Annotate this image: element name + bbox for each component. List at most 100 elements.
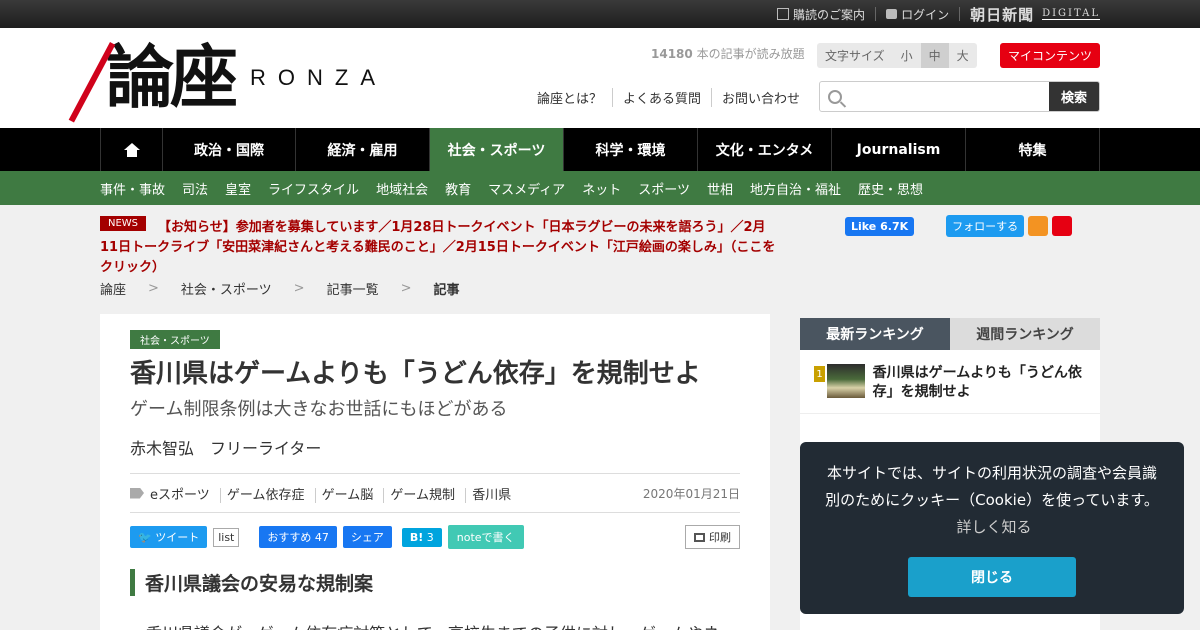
- article-author[interactable]: 赤木智弘 フリーライター: [130, 435, 740, 459]
- nav-journalism[interactable]: Journalism: [832, 128, 966, 171]
- faq-link[interactable]: よくある質問: [612, 88, 711, 107]
- tag-row: eスポーツ ゲーム依存症 ゲーム脳 ゲーム規制 香川県 2020年01月21日: [130, 473, 740, 513]
- subnav-item[interactable]: 地方自治・福祉: [750, 179, 841, 198]
- nav-features[interactable]: 特集: [966, 128, 1100, 171]
- tag-link[interactable]: ゲーム規制: [383, 487, 462, 503]
- subnav-item[interactable]: 地域社会: [376, 179, 428, 198]
- news-link[interactable]: 【お知らせ】参加者を募集しています／1月28日トークイベント「日本ラグビーの未来…: [100, 218, 780, 278]
- ranking-title: 香川県はゲームよりも「うどん依存」を規制せよ: [872, 365, 1082, 400]
- nav-home[interactable]: [101, 128, 163, 171]
- search-button[interactable]: 検索: [1049, 82, 1099, 111]
- mail-icon[interactable]: [1052, 216, 1073, 236]
- tag-link[interactable]: 香川県: [465, 487, 518, 503]
- subscribe-link[interactable]: 購読のご案内: [777, 6, 865, 23]
- subnav-item[interactable]: スポーツ: [638, 179, 690, 198]
- lock-icon: [886, 9, 898, 19]
- facebook-recommend-button[interactable]: おすすめ 47: [259, 526, 337, 548]
- tag-list: eスポーツ ゲーム依存症 ゲーム脳 ゲーム規制 香川県: [150, 484, 518, 503]
- login-link[interactable]: ログイン: [886, 6, 949, 23]
- logo-kanji: 論座: [68, 38, 238, 123]
- category-badge[interactable]: 社会・スポーツ: [130, 330, 220, 349]
- breadcrumb-separator: >: [148, 280, 159, 296]
- logo-roman: RONZA: [250, 65, 388, 90]
- cookie-more-link[interactable]: 詳しく知る: [956, 518, 1031, 536]
- ranking-tabs: 最新ランキング 週間ランキング: [800, 318, 1100, 350]
- nav-politics[interactable]: 政治・国際: [163, 128, 296, 171]
- my-contents-button[interactable]: マイコンテンツ: [1000, 43, 1100, 68]
- breadcrumb-current: 記事: [433, 282, 460, 298]
- divider: [959, 7, 961, 21]
- tag-link[interactable]: eスポーツ: [150, 488, 216, 503]
- breadcrumb-separator: >: [400, 280, 412, 296]
- tag-link[interactable]: ゲーム脳: [314, 487, 380, 503]
- facebook-like-button[interactable]: Like 6.7K: [845, 216, 915, 236]
- breadcrumb-list[interactable]: 記事一覧: [327, 279, 379, 298]
- article: 社会・スポーツ 香川県はゲームよりも「うどん依存」を規制せよ ゲーム制限条例は大…: [100, 314, 770, 630]
- article-counter: 14180 本の記事が読み放題: [651, 47, 805, 61]
- tab-latest-ranking[interactable]: 最新ランキング: [800, 318, 950, 350]
- subnav-item[interactable]: ネット: [582, 179, 621, 198]
- ranking-thumbnail: [827, 364, 865, 398]
- news-bar: NEWS 【お知らせ】参加者を募集しています／1月28日トークイベント「日本ラグ…: [100, 205, 1100, 280]
- divider: [875, 7, 877, 21]
- subnav-item[interactable]: 司法: [182, 179, 208, 198]
- nav-science[interactable]: 科学・環境: [564, 128, 698, 171]
- subnav-item[interactable]: 歴史・思想: [858, 179, 923, 198]
- tag-icon: [130, 487, 144, 499]
- font-size-small-button[interactable]: 小: [892, 43, 921, 68]
- subnav-item[interactable]: 皇室: [225, 179, 251, 198]
- nav-society[interactable]: 社会・スポーツ: [430, 128, 564, 171]
- subnav-item[interactable]: 世相: [707, 179, 733, 198]
- site-header: 論座 RONZA 14180 本の記事が読み放題 文字サイズ 小 中 大 マイコ…: [0, 28, 1200, 128]
- nav-culture[interactable]: 文化・エンタメ: [698, 128, 832, 171]
- header-links: 論座とは？ よくある質問 お問い合わせ: [537, 88, 810, 107]
- rss-icon[interactable]: [1028, 216, 1049, 236]
- search-box: 検索: [819, 81, 1100, 112]
- top-bar: 購読のご案内 ログイン 朝日新聞 DIGITAL: [0, 0, 1200, 28]
- list-button[interactable]: list: [213, 527, 240, 547]
- ranking-item[interactable]: 1 香川県はゲームよりも「うどん依存」を規制せよ: [800, 350, 1100, 414]
- subnav-item[interactable]: マスメディア: [488, 179, 565, 198]
- contact-link[interactable]: お問い合わせ: [711, 88, 810, 107]
- facebook-share-button[interactable]: シェア: [342, 526, 392, 548]
- search-input[interactable]: [850, 82, 1049, 111]
- hatena-bookmark-button[interactable]: B! 3: [401, 527, 442, 547]
- article-title: 香川県はゲームよりも「うどん依存」を規制せよ: [130, 359, 701, 389]
- social-buttons: Like 6.7K フォローする: [845, 215, 1073, 237]
- cookie-banner: 本サイトでは、サイトの利用状況の調査や会員識別のためにクッキー（Cookie）を…: [800, 442, 1184, 614]
- tab-weekly-ranking[interactable]: 週間ランキング: [950, 318, 1100, 350]
- sub-nav: 事件・事故 司法 皇室 ライフスタイル 地域社会 教育 マスメディア ネット ス…: [0, 171, 1200, 205]
- cookie-text: 本サイトでは、サイトの利用状況の調査や会員識別のためにクッキー（Cookie）を…: [825, 464, 1159, 536]
- font-size-medium-button[interactable]: 中: [920, 43, 949, 68]
- twitter-follow-button[interactable]: フォローする: [946, 215, 1025, 237]
- article-paragraph: 香川県議会が、ゲーム依存症対策として、高校生までの子供に対し、ゲームやネッ: [130, 620, 740, 630]
- tag-link[interactable]: ゲーム依存症: [219, 487, 311, 503]
- nav-economy[interactable]: 経済・雇用: [296, 128, 430, 171]
- home-icon: [123, 142, 140, 157]
- subnav-item[interactable]: 事件・事故: [100, 179, 165, 198]
- main-nav: 政治・国際 経済・雇用 社会・スポーツ 科学・環境 文化・エンタメ Journa…: [0, 128, 1200, 171]
- share-row: 🐦 ツイート list おすすめ 47 シェア B! 3 noteで書く 印刷: [130, 525, 740, 549]
- edit-icon: [777, 8, 790, 20]
- breadcrumb-separator: >: [293, 280, 305, 296]
- ronza-logo[interactable]: 論座 RONZA: [68, 38, 388, 123]
- print-button[interactable]: 印刷: [685, 525, 740, 549]
- breadcrumb-home[interactable]: 論座: [100, 279, 126, 298]
- subnav-item[interactable]: ライフスタイル: [268, 179, 359, 198]
- breadcrumb-category[interactable]: 社会・スポーツ: [181, 279, 272, 298]
- cookie-close-button[interactable]: 閉じる: [908, 557, 1076, 597]
- font-size-control: 文字サイズ 小 中 大: [817, 43, 977, 68]
- font-size-large-button[interactable]: 大: [948, 43, 977, 68]
- asahi-digital-logo[interactable]: 朝日新聞 DIGITAL: [970, 4, 1100, 25]
- printer-icon: [694, 532, 705, 542]
- search-icon: [820, 82, 850, 111]
- about-link[interactable]: 論座とは？: [537, 88, 612, 107]
- note-button[interactable]: noteで書く: [447, 525, 524, 549]
- font-size-label: 文字サイズ: [817, 43, 893, 68]
- subnav-item[interactable]: 教育: [445, 179, 471, 198]
- article-date: 2020年01月21日: [642, 486, 740, 501]
- tweet-button[interactable]: 🐦 ツイート: [130, 526, 208, 548]
- article-subtitle: ゲーム制限条例は大きなお世話にもほどがある: [130, 399, 508, 420]
- section-heading: 香川県議会の安易な規制案: [130, 569, 740, 596]
- rank-number: 1: [814, 366, 826, 382]
